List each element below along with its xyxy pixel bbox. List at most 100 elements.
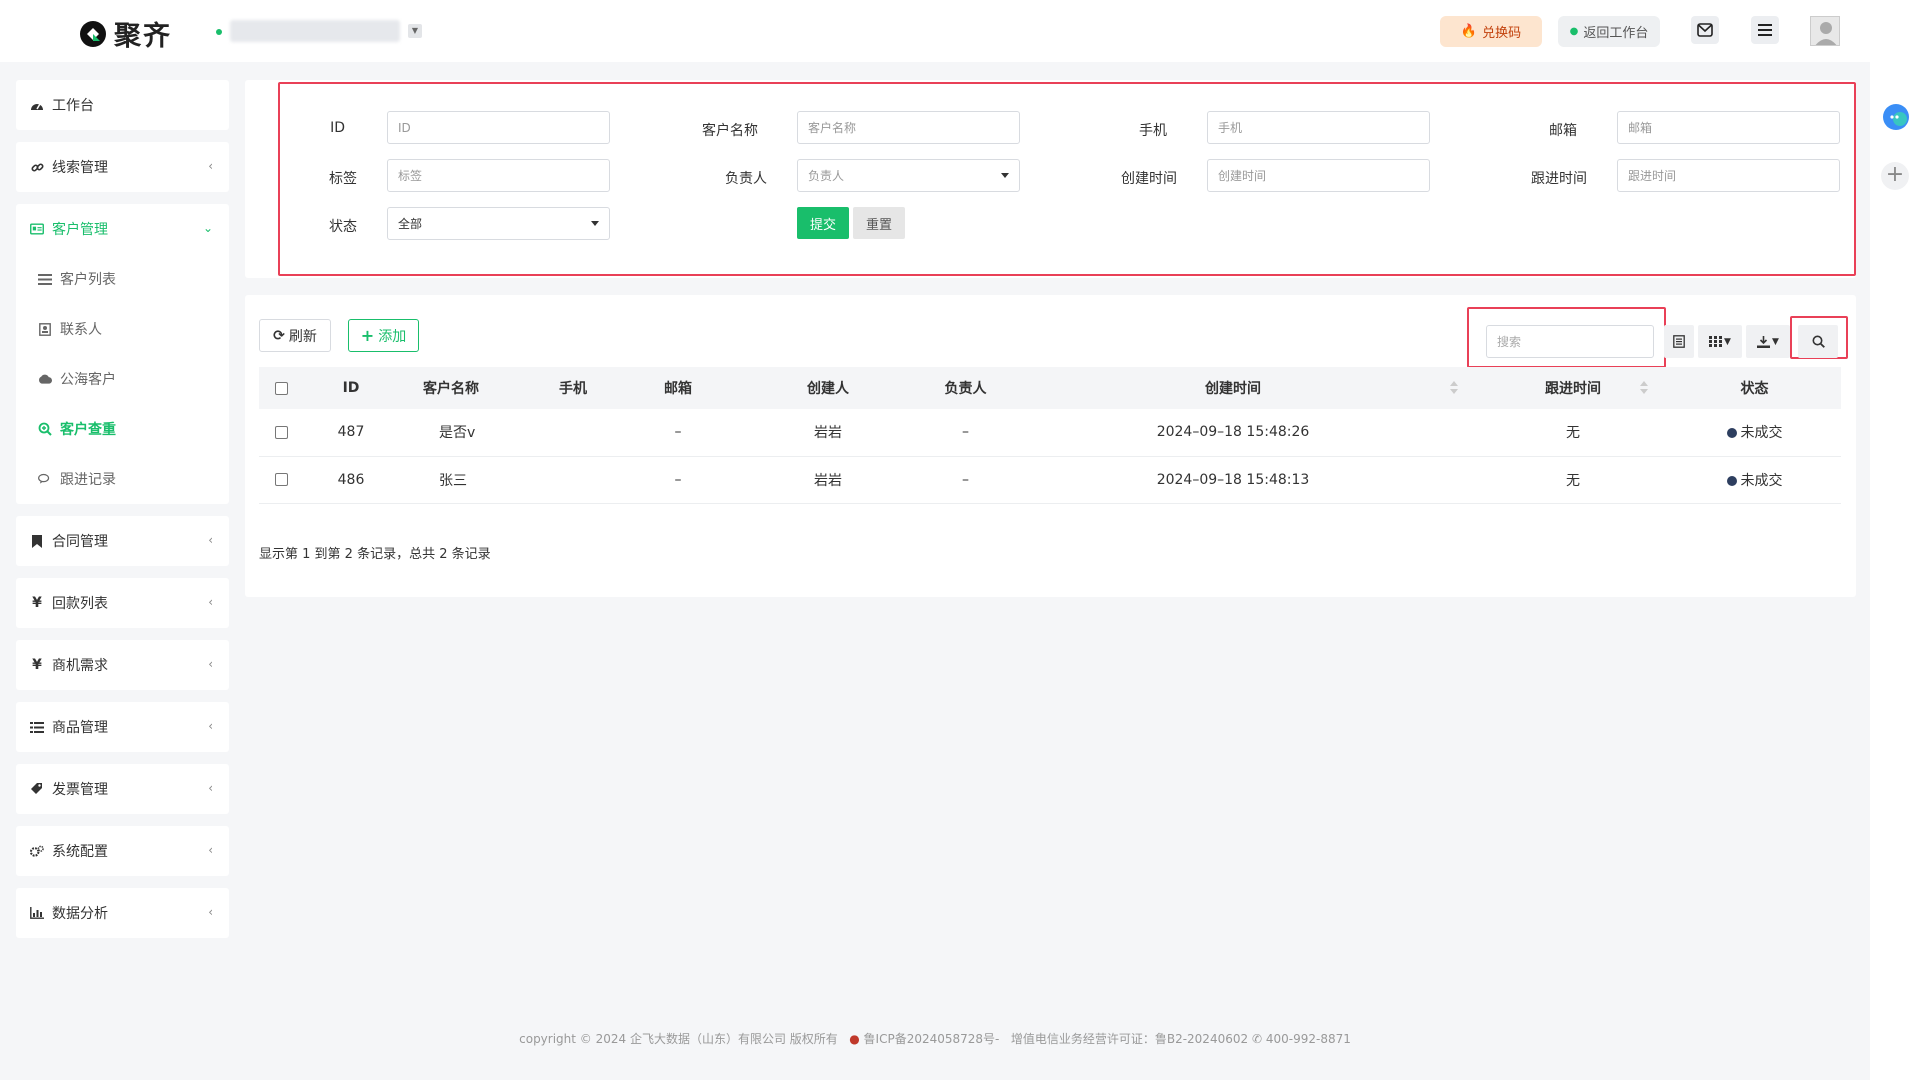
row-select-cell bbox=[259, 409, 303, 457]
select-all-checkbox[interactable] bbox=[274, 381, 288, 395]
toggle-view-button[interactable] bbox=[1664, 325, 1694, 358]
filter-phone-input[interactable]: 手机 bbox=[1207, 111, 1430, 144]
sidebar-item-settings[interactable]: 系统配置 ‹ bbox=[16, 826, 229, 876]
plus-icon: + bbox=[360, 326, 375, 345]
cell-email: – bbox=[643, 456, 713, 504]
row-select-cell bbox=[259, 456, 303, 504]
sidebar-subitem-label: 联系人 bbox=[60, 322, 102, 338]
submit-button[interactable]: 提交 bbox=[797, 207, 849, 239]
sidebar-item-contracts[interactable]: 合同管理 ‹ bbox=[16, 516, 229, 566]
sidebar-group-leads: 线索管理 ‹ bbox=[16, 142, 229, 192]
chat-assistant-icon[interactable] bbox=[1881, 102, 1911, 132]
sidebar-item-analytics[interactable]: 数据分析 ‹ bbox=[16, 888, 229, 938]
chevron-left-icon: ‹ bbox=[208, 595, 213, 609]
redeem-code-button[interactable]: 🔥 兑换码 bbox=[1440, 16, 1542, 47]
link-icon bbox=[30, 160, 44, 174]
sidebar-subitem-contacts[interactable]: 联系人 bbox=[16, 304, 229, 354]
row-checkbox[interactable] bbox=[274, 425, 288, 439]
column-header-creator[interactable]: 创建人 bbox=[713, 367, 943, 409]
columns-button[interactable]: ▼ bbox=[1698, 325, 1742, 358]
grid-icon bbox=[1709, 336, 1723, 347]
column-header-email[interactable]: 邮箱 bbox=[643, 367, 713, 409]
filter-status-select[interactable]: 全部 bbox=[387, 207, 610, 240]
cell-name: 张三 bbox=[399, 456, 503, 504]
filter-followed-label: 跟进时间 bbox=[1531, 171, 1587, 187]
sidebar-item-label: 客户管理 bbox=[52, 222, 108, 238]
table-search-input[interactable]: 搜索 bbox=[1486, 325, 1654, 358]
filter-phone-label: 手机 bbox=[1139, 123, 1167, 139]
sidebar-item-products[interactable]: 商品管理 ‹ bbox=[16, 702, 229, 752]
column-header-status[interactable]: 状态 bbox=[1668, 367, 1841, 409]
menu-icon bbox=[1758, 24, 1772, 36]
sidebar-group-payments: ¥ 回款列表 ‹ bbox=[16, 578, 229, 628]
cell-status: 未成交 bbox=[1668, 409, 1841, 457]
sidebar-subitem-public-customers[interactable]: 公海客户 bbox=[16, 354, 229, 404]
menu-button[interactable] bbox=[1751, 16, 1779, 44]
export-button[interactable]: ▼ bbox=[1746, 325, 1790, 358]
sidebar-group-opportunities: ¥ 商机需求 ‹ bbox=[16, 640, 229, 690]
police-badge-icon: ● bbox=[849, 1032, 860, 1046]
filter-name-input[interactable]: 客户名称 bbox=[797, 111, 1020, 144]
sidebar-subitem-label: 跟进记录 bbox=[60, 472, 116, 488]
sort-icon[interactable] bbox=[1448, 381, 1458, 395]
reset-button[interactable]: 重置 bbox=[853, 207, 905, 239]
comments-icon bbox=[38, 472, 52, 486]
filter-id-input[interactable]: ID bbox=[387, 111, 610, 144]
sidebar-item-payments[interactable]: ¥ 回款列表 ‹ bbox=[16, 578, 229, 628]
column-header-phone[interactable]: 手机 bbox=[503, 367, 643, 409]
sidebar-subitem-duplicate-check[interactable]: 客户查重 bbox=[16, 404, 229, 454]
list-bullets-icon bbox=[30, 720, 44, 734]
right-rail: + bbox=[1870, 62, 1920, 1080]
cell-created: 2024–09–18 15:48:13 bbox=[988, 456, 1478, 504]
chevron-left-icon: ‹ bbox=[208, 657, 213, 671]
search-plus-icon bbox=[38, 422, 52, 436]
brand-name: 聚齐 bbox=[114, 21, 172, 52]
filter-owner-select[interactable]: 负责人 bbox=[797, 159, 1020, 192]
back-to-workbench-button[interactable]: ● 返回工作台 bbox=[1558, 16, 1660, 47]
column-header-id[interactable]: ID bbox=[303, 367, 399, 409]
chevron-left-icon: ‹ bbox=[208, 159, 213, 173]
dashboard-icon bbox=[30, 98, 44, 112]
column-header-owner[interactable]: 负责人 bbox=[943, 367, 988, 409]
sort-icon[interactable] bbox=[1638, 381, 1648, 395]
footer-icp-link[interactable]: 鲁ICP备2024058728号- bbox=[864, 1032, 1000, 1046]
user-avatar[interactable] bbox=[1810, 16, 1840, 46]
sidebar-group-workbench: 工作台 bbox=[16, 80, 229, 130]
column-header-created[interactable]: 创建时间 bbox=[988, 367, 1478, 409]
row-checkbox[interactable] bbox=[274, 473, 288, 486]
table-row[interactable]: 486 张三 – 岩岩 – 2024–09–18 15:48:13 无 未成交 bbox=[259, 456, 1841, 504]
chevron-down-icon: ⌄ bbox=[202, 221, 213, 235]
caret-down-icon: ▼ bbox=[1724, 336, 1731, 347]
advanced-search-toggle-button[interactable] bbox=[1798, 325, 1838, 358]
refresh-button[interactable]: ⟳ 刷新 bbox=[259, 319, 331, 352]
sidebar-subitem-customer-list[interactable]: 客户列表 bbox=[16, 254, 229, 304]
gears-icon bbox=[30, 844, 44, 858]
organization-name-redacted[interactable] bbox=[230, 20, 400, 42]
sidebar-subitem-label: 客户查重 bbox=[60, 422, 116, 438]
mail-button[interactable] bbox=[1691, 16, 1719, 44]
organization-dropdown-icon[interactable]: ▼ bbox=[408, 24, 422, 38]
column-header-followed[interactable]: 跟进时间 bbox=[1478, 367, 1668, 409]
table-row[interactable]: 487 是否v – 岩岩 – 2024–09–18 15:48:26 无 未成交 bbox=[259, 409, 1841, 457]
phone-icon: ✆ bbox=[1251, 1032, 1263, 1046]
add-shortcut-button[interactable]: + bbox=[1881, 162, 1909, 190]
sidebar-subitem-follow-records[interactable]: 跟进记录 bbox=[16, 454, 229, 504]
filter-followed-input[interactable]: 跟进时间 bbox=[1617, 159, 1840, 192]
filter-created-input[interactable]: 创建时间 bbox=[1207, 159, 1430, 192]
sidebar-item-label: 数据分析 bbox=[52, 906, 108, 922]
brand-logo-icon bbox=[80, 20, 106, 47]
refresh-label: 刷新 bbox=[288, 328, 317, 345]
filter-email-input[interactable]: 邮箱 bbox=[1617, 111, 1840, 144]
sidebar-item-invoices[interactable]: 发票管理 ‹ bbox=[16, 764, 229, 814]
sidebar-item-label: 商机需求 bbox=[52, 658, 108, 674]
id-card-icon bbox=[30, 222, 44, 236]
brand-logo[interactable]: 聚齐 bbox=[78, 14, 172, 53]
filter-tag-input[interactable]: 标签 bbox=[387, 159, 610, 192]
sidebar-item-workbench[interactable]: 工作台 bbox=[16, 80, 229, 130]
sidebar-item-customers[interactable]: 客户管理 ⌄ bbox=[16, 204, 229, 254]
sidebar-item-leads[interactable]: 线索管理 ‹ bbox=[16, 142, 229, 192]
sidebar-item-label: 回款列表 bbox=[52, 596, 108, 612]
add-button[interactable]: + 添加 bbox=[348, 319, 419, 352]
column-header-name[interactable]: 客户名称 bbox=[399, 367, 503, 409]
sidebar-item-opportunities[interactable]: ¥ 商机需求 ‹ bbox=[16, 640, 229, 690]
